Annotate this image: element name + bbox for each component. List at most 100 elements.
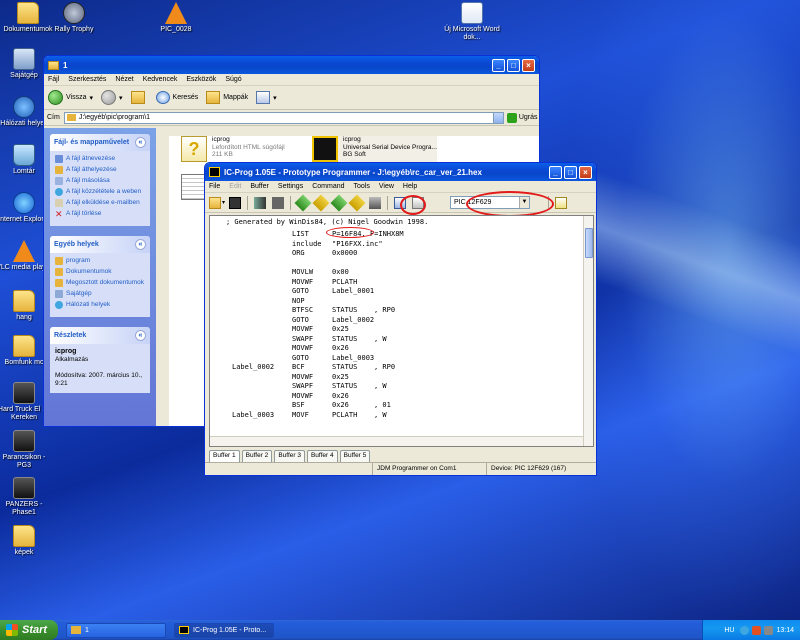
- back-button[interactable]: Vissza ▾: [48, 90, 93, 105]
- task-rename[interactable]: A fájl átnevezése: [55, 155, 145, 163]
- address-field[interactable]: J:\egyéb\pic\program\1: [63, 111, 504, 124]
- up-button[interactable]: [130, 91, 148, 104]
- views-button[interactable]: ▾: [256, 91, 277, 104]
- tab-buffer-5[interactable]: Buffer 5: [339, 450, 371, 462]
- icprog-window[interactable]: IC-Prog 1.05E - Prototype Programmer - J…: [204, 162, 597, 476]
- game-icon: [13, 477, 35, 499]
- verify-icon[interactable]: [312, 194, 330, 211]
- tab-buffer-1[interactable]: Buffer 1: [209, 450, 240, 462]
- search-button[interactable]: Keresés: [155, 91, 198, 104]
- place-my-computer[interactable]: Sajátgép: [55, 290, 145, 298]
- read-all-icon[interactable]: [254, 196, 267, 209]
- explorer-menubar: Fájl Szerkesztés Nézet Kedvencek Eszközö…: [44, 74, 539, 86]
- network-tray-icon[interactable]: [740, 625, 750, 635]
- close-button[interactable]: ×: [522, 58, 535, 72]
- desktop-icon-rally-trophy[interactable]: Rally Trophy: [46, 2, 102, 34]
- code-opcode: GOTO: [292, 287, 309, 295]
- code-opcode: MOVLW: [292, 268, 314, 276]
- taskbar-button-icprog[interactable]: IC-Prog 1.05E - Proto...: [174, 622, 274, 638]
- menu-file[interactable]: File: [209, 183, 220, 190]
- menu-view[interactable]: Nézet: [115, 76, 133, 83]
- buffer-tabs: Buffer 1 Buffer 2 Buffer 3 Buffer 4 Buff…: [209, 450, 372, 462]
- tray-app-icon[interactable]: [752, 625, 762, 635]
- task-publish[interactable]: A fájl közzététele a weben: [55, 188, 145, 196]
- folder-icon: [48, 60, 59, 70]
- desktop-icon-panzers[interactable]: PANZERS - Phase1: [0, 477, 52, 517]
- volume-icon[interactable]: [764, 625, 774, 635]
- place-program[interactable]: program: [55, 257, 145, 265]
- task-delete[interactable]: ✕ A fájl törlése: [55, 210, 145, 219]
- detail-type: Alkalmazás: [55, 356, 89, 363]
- status-empty: [205, 463, 373, 475]
- address-dropdown[interactable]: [492, 112, 503, 123]
- program-all-icon[interactable]: [330, 194, 348, 211]
- open-file-icon[interactable]: [209, 196, 221, 209]
- place-shared-documents[interactable]: Megosztott dokumentumok: [55, 279, 145, 287]
- menu-file[interactable]: Fájl: [48, 76, 59, 83]
- file-item-icprog-exe[interactable]: icprog Universal Serial Device Progra...…: [312, 136, 437, 162]
- menu-help[interactable]: Help: [403, 183, 417, 190]
- menu-edit[interactable]: Szerkesztés: [68, 76, 106, 83]
- collapse-icon[interactable]: «: [135, 330, 146, 341]
- menu-tools[interactable]: Eszközök: [186, 76, 216, 83]
- go-button[interactable]: Ugrás: [506, 112, 538, 123]
- chevron-down-icon[interactable]: ▾: [222, 199, 225, 206]
- forward-button[interactable]: ▾: [101, 90, 123, 105]
- explorer-titlebar[interactable]: 1 _ □ ×: [44, 56, 539, 74]
- other-places-header[interactable]: Egyéb helyek «: [50, 236, 150, 253]
- place-network[interactable]: Hálózati helyek: [55, 301, 145, 309]
- language-indicator[interactable]: HU: [724, 627, 734, 634]
- menu-buffer[interactable]: Buffer: [250, 183, 269, 190]
- tab-buffer-4[interactable]: Buffer 4: [306, 450, 338, 462]
- vertical-scrollbar[interactable]: [583, 216, 593, 446]
- erase-chip-icon[interactable]: [369, 196, 382, 209]
- desktop-icon-kepek[interactable]: képek: [0, 525, 52, 557]
- help-icon[interactable]: [555, 196, 568, 209]
- collapse-icon[interactable]: «: [135, 137, 146, 148]
- task-move[interactable]: A fájl áthelyezése: [55, 166, 145, 174]
- maximize-button[interactable]: □: [507, 58, 520, 72]
- file-item-help[interactable]: ? icprog Lefordított HTML súgófájl 211 K…: [181, 136, 285, 162]
- chevron-down-icon: ▾: [119, 94, 123, 102]
- task-email[interactable]: A fájl elküldése e-mailben: [55, 199, 145, 207]
- place-documents[interactable]: Dokumentumok: [55, 268, 145, 276]
- clock[interactable]: 13:14: [776, 627, 794, 634]
- desktop-icon-pic-0028[interactable]: PIC_0028: [148, 2, 204, 34]
- menu-command[interactable]: Command: [312, 183, 344, 190]
- start-button[interactable]: Start: [0, 620, 58, 640]
- code-operand: STATUS: [332, 363, 358, 371]
- minimize-button[interactable]: _: [492, 58, 505, 72]
- menu-help[interactable]: Súgó: [225, 76, 241, 83]
- taskbar-button-explorer[interactable]: 1: [66, 622, 166, 638]
- task-copy[interactable]: A fájl másolása: [55, 177, 145, 185]
- minimize-button[interactable]: _: [549, 165, 562, 179]
- tab-buffer-3[interactable]: Buffer 3: [274, 450, 305, 462]
- collapse-icon[interactable]: «: [135, 239, 146, 250]
- save-icon[interactable]: [229, 196, 242, 209]
- folder-icon: [13, 335, 35, 357]
- menu-tools[interactable]: Tools: [354, 183, 370, 190]
- details-header[interactable]: Részletek «: [50, 327, 150, 344]
- close-button[interactable]: ×: [579, 165, 592, 179]
- menu-favorites[interactable]: Kedvencek: [143, 76, 178, 83]
- blank-check-icon[interactable]: [348, 194, 366, 211]
- menu-settings[interactable]: Settings: [278, 183, 303, 190]
- folders-button[interactable]: Mappák: [206, 91, 248, 104]
- horizontal-scrollbar[interactable]: [210, 436, 583, 446]
- scroll-thumb[interactable]: [585, 228, 593, 258]
- file-tasks-header[interactable]: Fájl- és mappaművelet «: [50, 134, 150, 151]
- menu-view[interactable]: View: [379, 183, 394, 190]
- code-opcode: NOP: [292, 296, 305, 305]
- tab-buffer-2[interactable]: Buffer 2: [241, 450, 273, 462]
- maximize-button[interactable]: □: [564, 165, 577, 179]
- code-view[interactable]: ; Generated by WinDis84, (c) Nigel Goodw…: [209, 215, 594, 447]
- code-operand2: , W: [374, 410, 387, 419]
- erase-icon[interactable]: [272, 196, 285, 209]
- menu-edit[interactable]: Edit: [229, 183, 241, 190]
- program-icon[interactable]: [294, 194, 312, 211]
- chip-icon: [209, 167, 220, 177]
- code-operand: Label_0002: [332, 315, 375, 324]
- desktop-icon-word-doc[interactable]: Új Microsoft Word dok...: [444, 2, 500, 42]
- icprog-titlebar[interactable]: IC-Prog 1.05E - Prototype Programmer - J…: [205, 163, 596, 181]
- desktop-icon-pg3[interactable]: Parancsikon - PG3: [0, 430, 52, 470]
